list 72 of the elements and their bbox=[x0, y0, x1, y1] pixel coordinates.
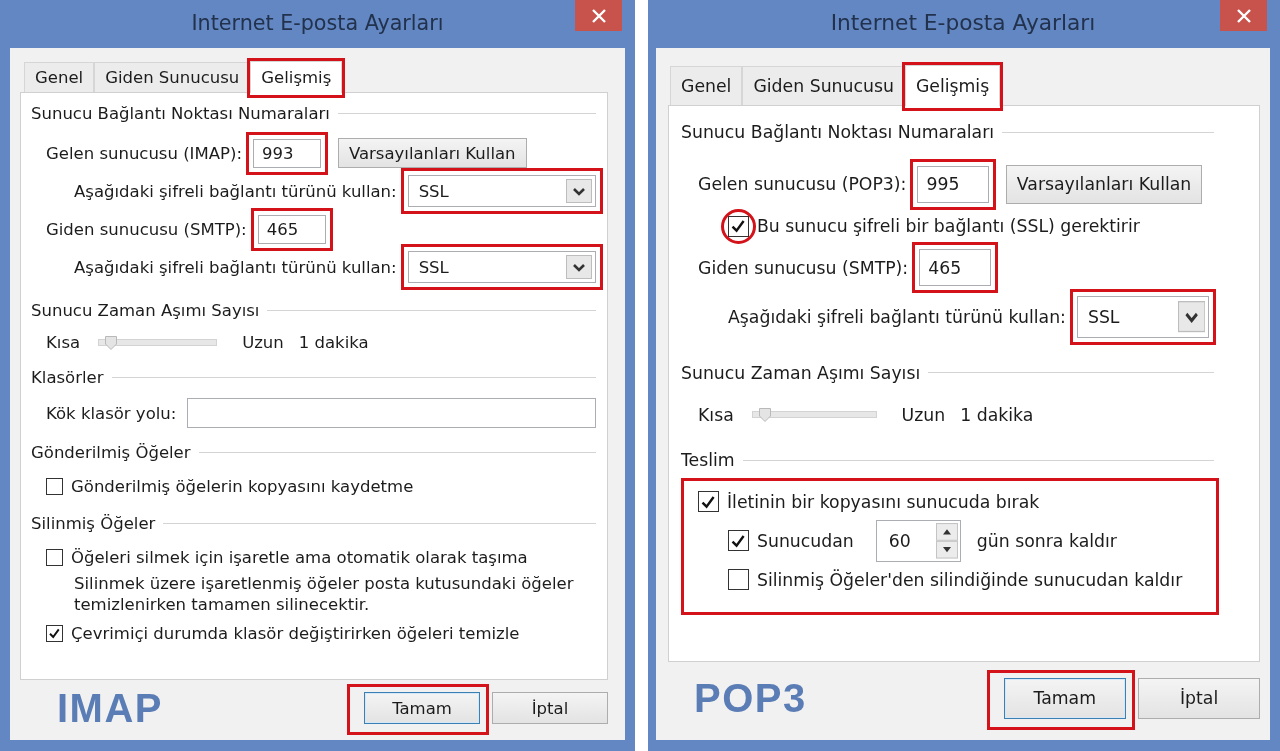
tab[interactable]: Genel bbox=[670, 66, 743, 106]
checkbox[interactable] bbox=[46, 548, 63, 566]
checkbox[interactable] bbox=[728, 569, 749, 591]
slider-label: Uzun bbox=[901, 404, 946, 425]
section-title: Sunucu Bağlantı Noktası Numaraları bbox=[31, 103, 330, 123]
dialog-button[interactable]: İptal bbox=[492, 692, 608, 724]
section-title: Teslim bbox=[681, 450, 735, 470]
section-title: Silinmiş Öğeler bbox=[31, 513, 156, 533]
close-button[interactable] bbox=[575, 0, 622, 31]
note-text: Silinmek üzere işaretlenmiş öğeler posta kutusundaki öğeler temizlenirken tamamen silinecektir. bbox=[74, 573, 575, 615]
protocol-caption: POP3 bbox=[694, 678, 807, 719]
spin-arrows-icon bbox=[935, 523, 958, 559]
checkbox[interactable] bbox=[698, 491, 719, 513]
checkbox-label: Gönderilmiş öğelerin kopyasını kaydetme bbox=[71, 476, 414, 496]
field-label: Kök klasör yolu: bbox=[46, 403, 177, 423]
window-title: Internet E-posta Ayarları bbox=[191, 10, 444, 37]
tab[interactable]: Genel bbox=[24, 62, 95, 92]
section-title: Sunucu Zaman Aşımı Sayısı bbox=[31, 300, 260, 320]
protocol-caption: IMAP bbox=[57, 688, 163, 728]
checkbox-label: Öğeleri silmek için işaretle ama otomatik olarak taşıma bbox=[71, 547, 528, 567]
spinner-field[interactable]: 60 bbox=[875, 520, 961, 562]
window-title: Internet E-posta Ayarları bbox=[830, 9, 1096, 37]
slider-label: Uzun bbox=[242, 332, 284, 352]
checkbox[interactable] bbox=[46, 624, 63, 642]
checkbox-label: Çevrimiçi durumda klasör değiştirirken öğeleri temizle bbox=[71, 623, 520, 643]
dropdown[interactable]: SSL bbox=[1076, 296, 1209, 338]
slider-label: Kısa bbox=[46, 332, 81, 352]
checkbox-label: Silinmiş Öğeler'den silindiğinde sunucudan kaldır bbox=[757, 569, 1183, 590]
section-title: Klasörler bbox=[31, 367, 104, 387]
slider-value: 1 dakika bbox=[298, 332, 369, 352]
chevron-down-icon bbox=[565, 255, 592, 279]
field-label: Aşağıdaki şifreli bağlantı türünü kullan: bbox=[728, 307, 1066, 328]
slider-value: 1 dakika bbox=[960, 404, 1034, 425]
checkbox-label: Bu sunucu şifreli bir bağlantı (SSL) gerektirir bbox=[757, 216, 1140, 237]
defaults-button[interactable]: Varsayılanları Kullan bbox=[1005, 164, 1203, 204]
slider-label: Kısa bbox=[698, 404, 734, 425]
checkbox[interactable] bbox=[728, 215, 749, 237]
dialog-button[interactable]: Tamam bbox=[364, 692, 480, 724]
field-label: Aşağıdaki şifreli bağlantı türünü kullan: bbox=[74, 181, 397, 201]
checkbox[interactable] bbox=[46, 477, 63, 495]
dialog-button[interactable]: İptal bbox=[1138, 677, 1260, 720]
chevron-down-icon bbox=[1177, 301, 1205, 333]
field-label: Giden sunucusu (SMTP): bbox=[698, 257, 909, 278]
field-label: gün sonra kaldır bbox=[976, 530, 1117, 551]
field-label: Gelen sunucusu (POP3): bbox=[698, 174, 907, 195]
chevron-down-icon bbox=[565, 179, 592, 203]
field-label: Gelen sunucusu (IMAP): bbox=[46, 143, 242, 163]
dropdown[interactable]: SSL bbox=[407, 251, 596, 283]
section-title: Gönderilmiş Öğeler bbox=[31, 442, 191, 462]
field-label: Aşağıdaki şifreli bağlantı türünü kullan: bbox=[74, 257, 397, 277]
section-title: Sunucu Zaman Aşımı Sayısı bbox=[681, 362, 921, 383]
port-field[interactable]: 993 bbox=[252, 138, 321, 168]
checkbox-label: Sunucudan bbox=[757, 530, 854, 551]
dialog-button[interactable]: Tamam bbox=[1003, 677, 1126, 720]
section-title: Sunucu Bağlantı Noktası Numaraları bbox=[681, 122, 995, 143]
tab[interactable]: Gelişmiş bbox=[250, 61, 343, 93]
slider-thumb[interactable] bbox=[104, 335, 117, 350]
slider-thumb[interactable] bbox=[759, 408, 771, 422]
close-icon bbox=[1236, 8, 1251, 23]
port-field[interactable]: 465 bbox=[919, 248, 991, 287]
port-field[interactable]: 995 bbox=[917, 165, 989, 204]
tab[interactable]: Giden Sunucusu bbox=[742, 66, 905, 106]
close-button[interactable] bbox=[1220, 0, 1267, 31]
checkbox[interactable] bbox=[728, 530, 749, 552]
defaults-button[interactable]: Varsayılanları Kullan bbox=[337, 138, 527, 168]
dropdown[interactable]: SSL bbox=[407, 175, 596, 207]
port-field[interactable]: 465 bbox=[257, 214, 326, 244]
text-field[interactable] bbox=[187, 398, 596, 428]
tab[interactable]: Gelişmiş bbox=[904, 64, 1001, 107]
close-icon bbox=[591, 8, 606, 23]
checkbox-label: İletinin bir kopyasını sunucuda bırak bbox=[727, 491, 1040, 512]
field-label: Giden sunucusu (SMTP): bbox=[46, 219, 247, 239]
